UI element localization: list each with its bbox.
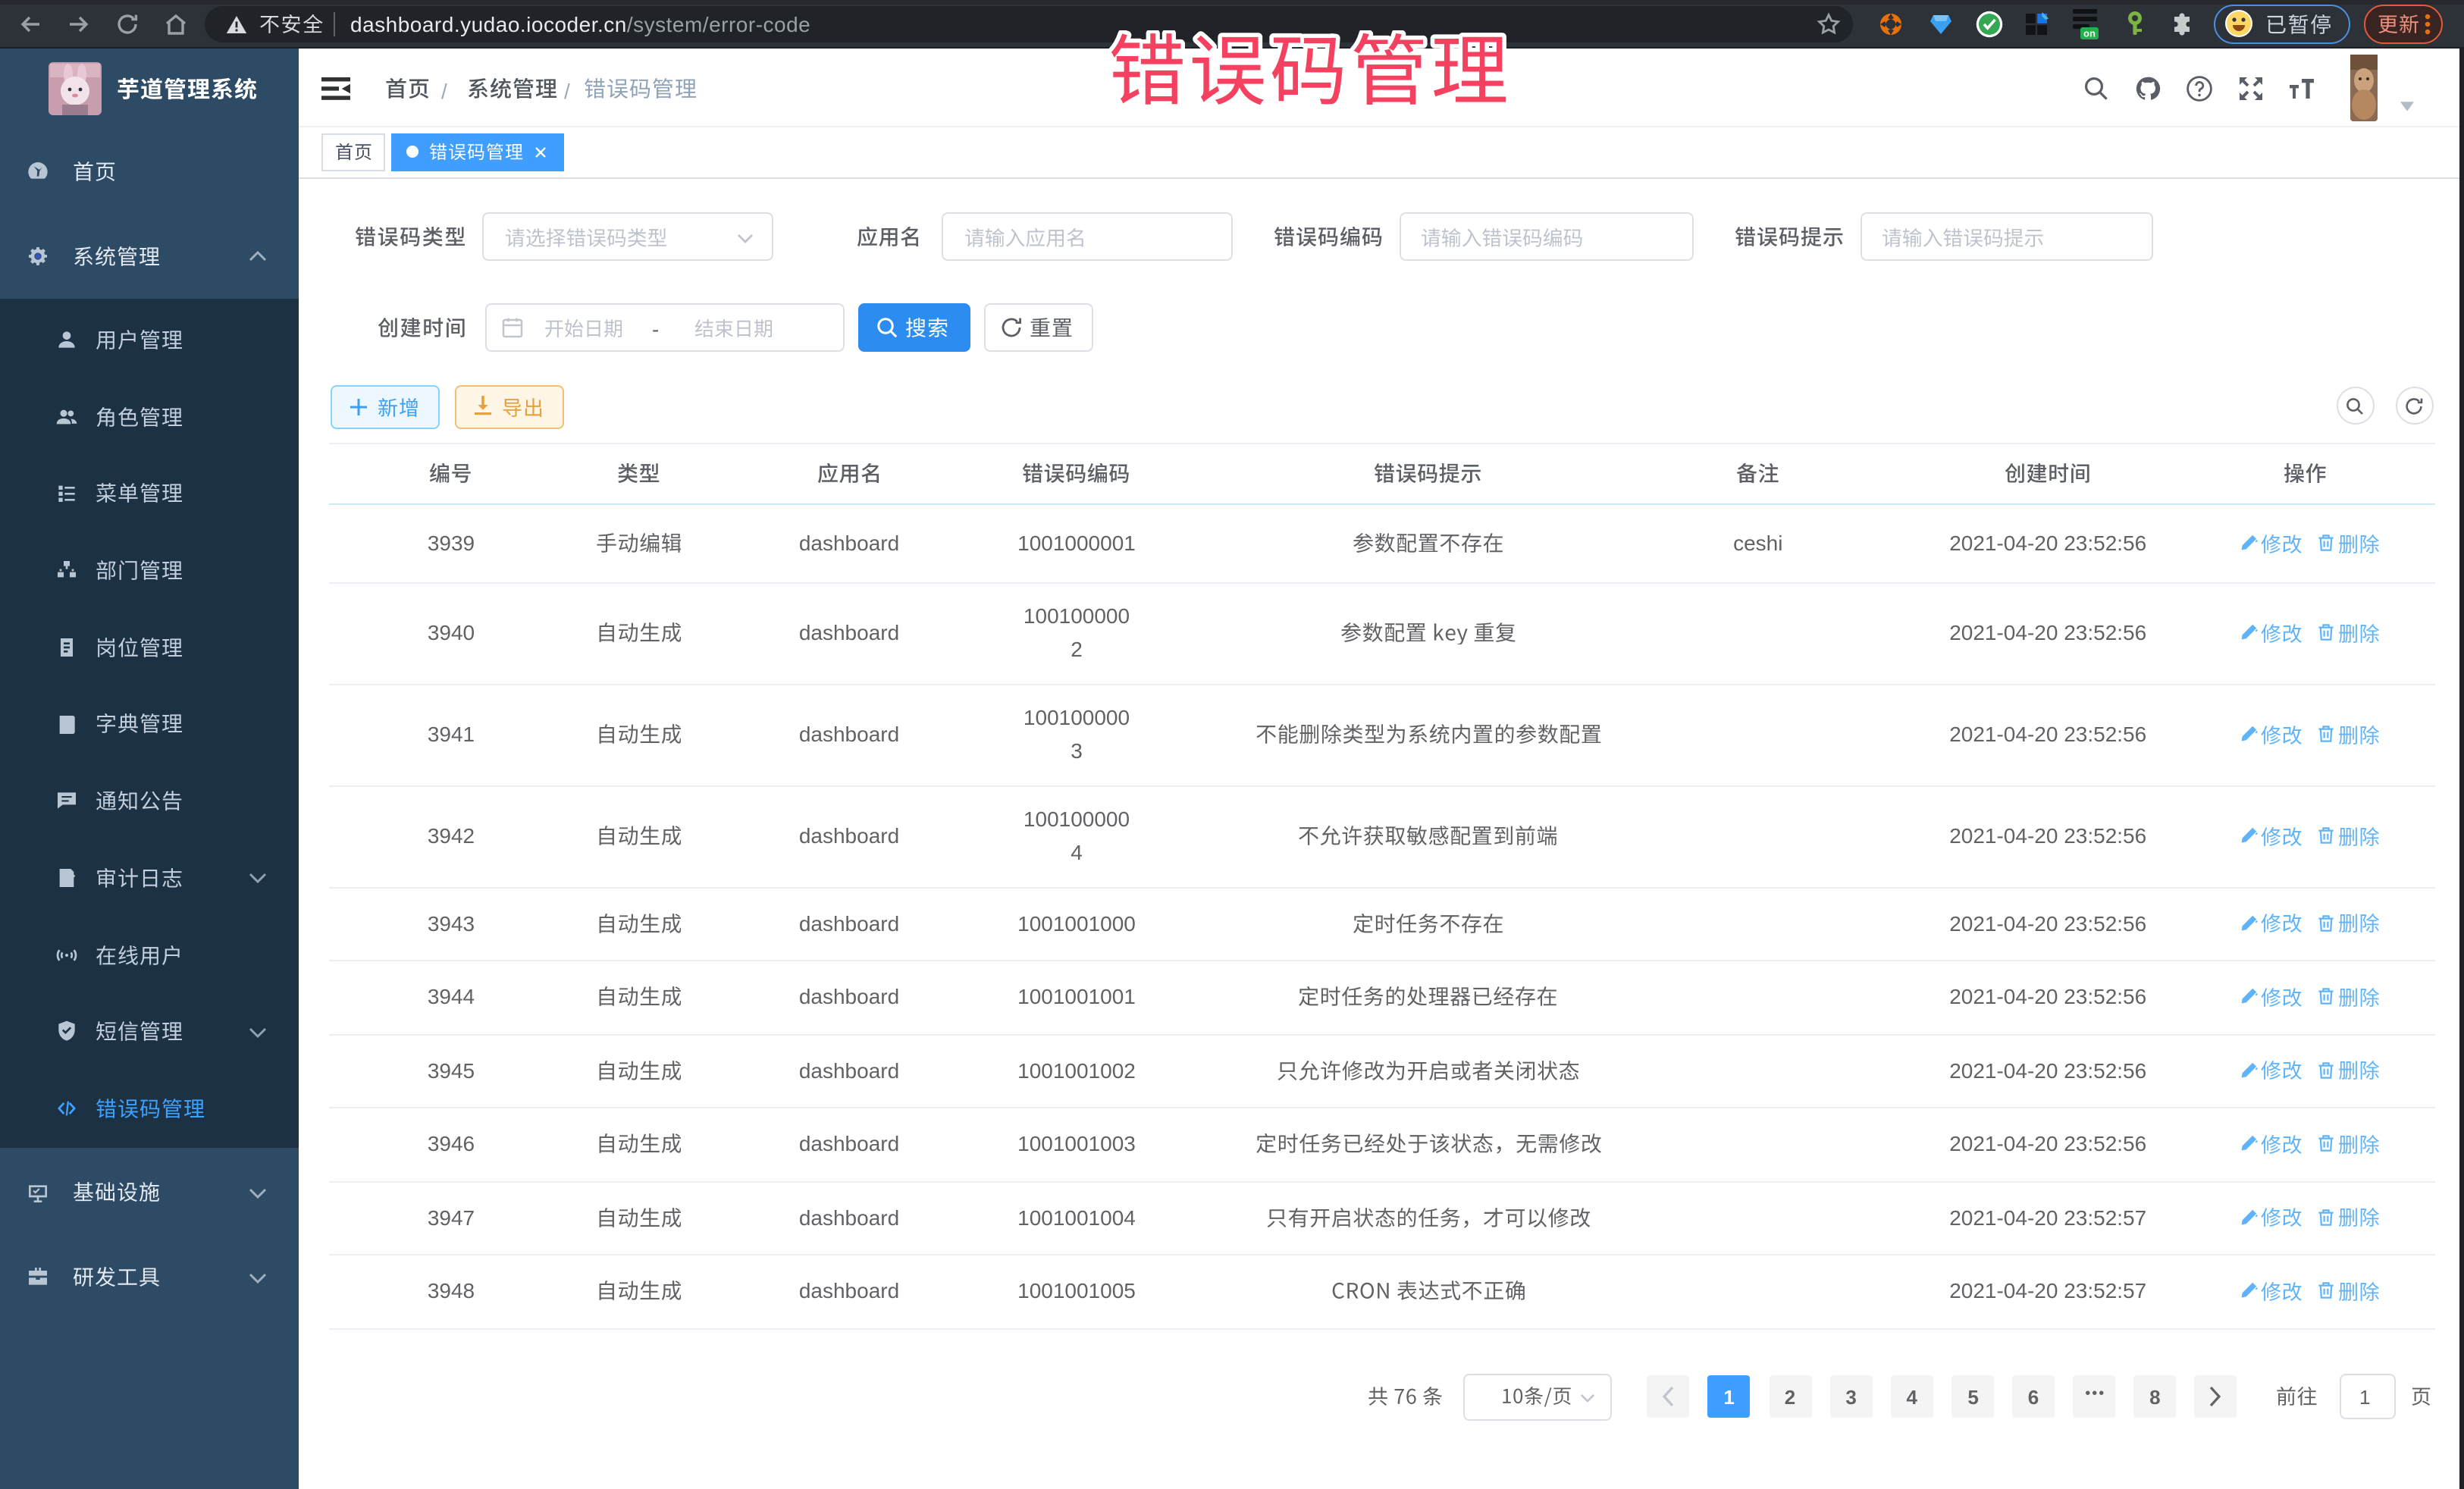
- svg-text:on: on: [2083, 28, 2096, 39]
